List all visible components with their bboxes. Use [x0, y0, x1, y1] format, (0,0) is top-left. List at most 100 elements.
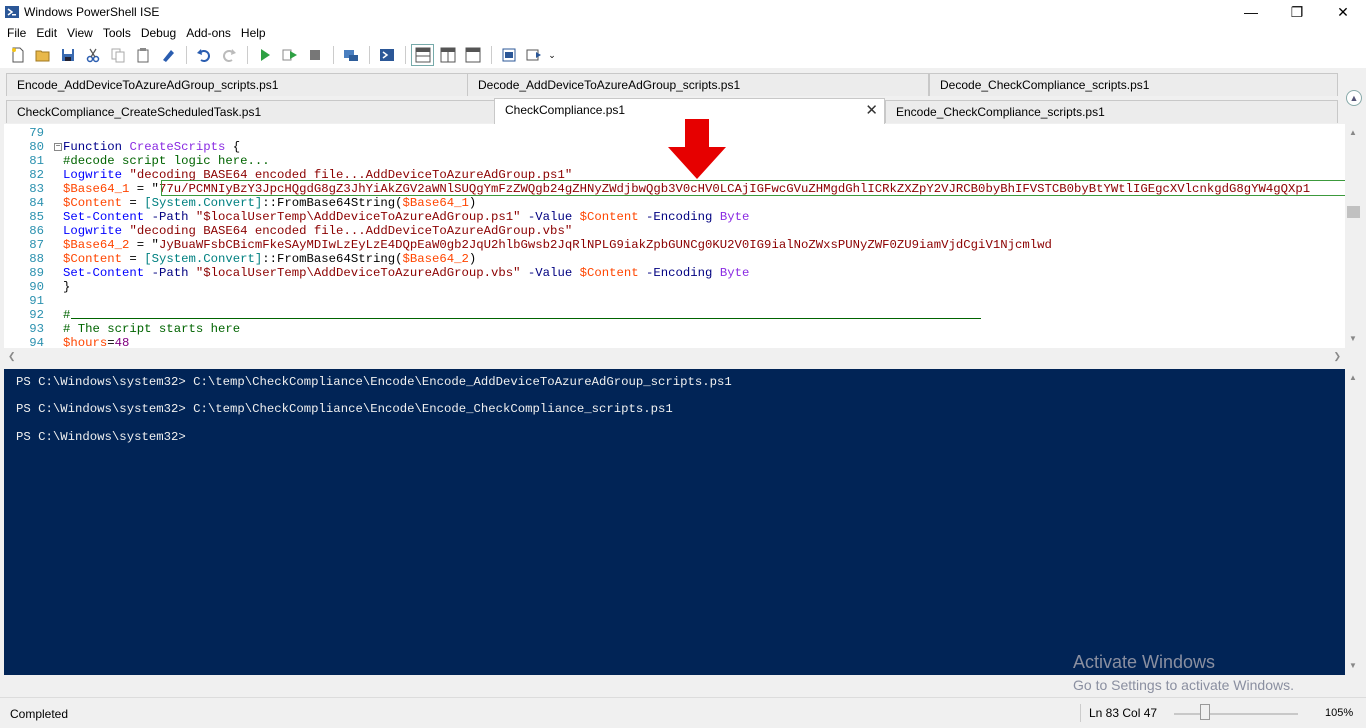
scroll-left-icon[interactable]: ❮: [8, 351, 16, 362]
copy-button[interactable]: [106, 44, 129, 66]
line-number: 86: [29, 224, 44, 238]
menu-debug[interactable]: Debug: [136, 26, 181, 40]
clear-console-icon: [162, 50, 174, 62]
window-title: Windows PowerShell ISE: [24, 5, 160, 19]
remote-icon: [343, 50, 358, 61]
run-selection-button[interactable]: [278, 44, 301, 66]
code-line: 92 #: [4, 308, 1345, 322]
menu-view[interactable]: View: [62, 26, 98, 40]
command: Logwrite: [63, 168, 123, 182]
minimize-button[interactable]: —: [1228, 0, 1274, 24]
tab-encode-checkcompliance[interactable]: Encode_CheckCompliance_scripts.ps1: [885, 100, 1338, 123]
collapse-script-pane-icon[interactable]: ▲: [1346, 90, 1362, 106]
tab-label: Encode_AddDeviceToAzureAdGroup_scripts.p…: [17, 78, 279, 92]
menu-tools[interactable]: Tools: [98, 26, 136, 40]
code-line: 86 Logwrite "decoding BASE64 encoded fil…: [4, 224, 1345, 238]
clear-button[interactable]: [156, 44, 179, 66]
cut-button[interactable]: [81, 44, 104, 66]
start-powershell-button[interactable]: [375, 44, 398, 66]
code-line: 93 # The script starts here: [4, 322, 1345, 336]
undo-button[interactable]: [192, 44, 215, 66]
scroll-right-icon[interactable]: ❯: [1333, 351, 1341, 362]
line-number: 92: [29, 308, 44, 322]
close-window-button[interactable]: ✕: [1320, 0, 1366, 24]
console-line: PS C:\Windows\system32> C:\temp\CheckCom…: [16, 375, 732, 389]
console-prompt[interactable]: PS C:\Windows\system32>: [16, 430, 186, 444]
code-line: 88 $Content = [System.Convert]::FromBase…: [4, 252, 1345, 266]
console-line: PS C:\Windows\system32> C:\temp\CheckCom…: [16, 402, 673, 416]
comment: #: [63, 308, 71, 322]
tab-checkcompliance-scheduledtask[interactable]: CheckCompliance_CreateScheduledTask.ps1: [6, 100, 495, 123]
menu-bar: File Edit View Tools Debug Add-ons Help: [0, 24, 1366, 42]
comment: #decode script logic here...: [63, 154, 270, 168]
show-script-pane-top-button[interactable]: [411, 44, 434, 66]
redo-button[interactable]: [217, 44, 240, 66]
run-selection-icon: [282, 49, 297, 61]
operator: =: [122, 252, 145, 266]
new-remote-tab-button[interactable]: [339, 44, 362, 66]
red-arrow-icon: [668, 119, 726, 179]
redo-icon: [222, 49, 236, 62]
tab-decode-adddevice[interactable]: Decode_AddDeviceToAzureAdGroup_scripts.p…: [467, 73, 929, 96]
zoom-slider-thumb[interactable]: [1200, 704, 1210, 720]
line-number: 85: [29, 210, 44, 224]
cut-icon: [86, 48, 99, 63]
variable: $Content: [63, 252, 123, 266]
show-script-pane-right-button[interactable]: [436, 44, 459, 66]
line-number: 79: [29, 126, 44, 140]
variable: $Content: [63, 196, 123, 210]
menu-help[interactable]: Help: [236, 26, 271, 40]
console-vertical-scrollbar[interactable]: ▲ ▼: [1345, 369, 1362, 675]
stop-button[interactable]: [303, 44, 326, 66]
activate-windows-subtitle: Go to Settings to activate Windows.: [1073, 677, 1294, 693]
variable: $Content: [579, 266, 639, 280]
new-file-button[interactable]: [6, 44, 29, 66]
scroll-down-icon[interactable]: ▼: [1349, 661, 1357, 670]
code-text: ::FromBase64String(: [262, 252, 403, 266]
show-script-pane-maximized-button[interactable]: [461, 44, 484, 66]
line-number: 82: [29, 168, 44, 182]
menu-add-ons[interactable]: Add-ons: [181, 26, 236, 40]
show-command-addon-button[interactable]: [522, 44, 545, 66]
string: "$localUserTemp\AddDeviceToAzureAdGroup.…: [195, 210, 521, 224]
line-number: 91: [29, 294, 44, 308]
paste-icon: [137, 48, 148, 63]
zoom-slider[interactable]: [1174, 713, 1298, 715]
run-script-button[interactable]: [253, 44, 276, 66]
save-button[interactable]: [56, 44, 79, 66]
scroll-up-icon[interactable]: ▲: [1349, 373, 1357, 382]
menu-edit[interactable]: Edit: [31, 26, 62, 40]
scroll-down-icon[interactable]: ▼: [1349, 334, 1357, 343]
console-pane[interactable]: PS C:\Windows\system32> C:\temp\CheckCom…: [4, 369, 1345, 675]
command: Set-Content: [63, 266, 145, 280]
string: "decoding BASE64 encoded file...AddDevic…: [129, 224, 573, 238]
type: [System.Convert]: [144, 196, 263, 210]
line-number: 81: [29, 154, 44, 168]
zoom-level: 105%: [1325, 707, 1354, 719]
toolbar-separator: [405, 46, 406, 64]
tab-encode-adddevice[interactable]: Encode_AddDeviceToAzureAdGroup_scripts.p…: [6, 73, 468, 96]
parameter: -Encoding: [638, 210, 720, 224]
paste-button[interactable]: [131, 44, 154, 66]
scroll-thumb[interactable]: [1347, 206, 1360, 218]
show-command-window-button[interactable]: [497, 44, 520, 66]
value: Byte: [719, 210, 750, 224]
maximize-button[interactable]: ❐: [1274, 0, 1320, 24]
editor-vertical-scrollbar[interactable]: ▲ ▼: [1345, 124, 1362, 348]
fold-toggle-icon[interactable]: −: [54, 143, 62, 151]
parameter: -Value: [520, 266, 580, 280]
tab-decode-checkcompliance[interactable]: Decode_CheckCompliance_scripts.ps1: [929, 73, 1338, 96]
variable: $Base64_2: [63, 238, 130, 252]
editor-horizontal-scrollbar[interactable]: ❮ ❯: [4, 348, 1345, 365]
code-line: 87 $Base64_2 = "JyBuaWFsbCBicmFkeSAyMDIw…: [4, 238, 1345, 252]
close-tab-icon[interactable]: ✕: [865, 101, 878, 119]
open-folder-icon: [35, 50, 49, 62]
menu-file[interactable]: File: [2, 26, 31, 40]
code-line: 91: [4, 294, 1345, 308]
line-number: 83: [29, 182, 44, 196]
operator: =: [107, 336, 115, 348]
undo-icon: [196, 49, 210, 62]
scroll-up-icon[interactable]: ▲: [1349, 128, 1357, 137]
toolbar-overflow-button[interactable]: ⌄: [547, 44, 557, 66]
open-file-button[interactable]: [31, 44, 54, 66]
